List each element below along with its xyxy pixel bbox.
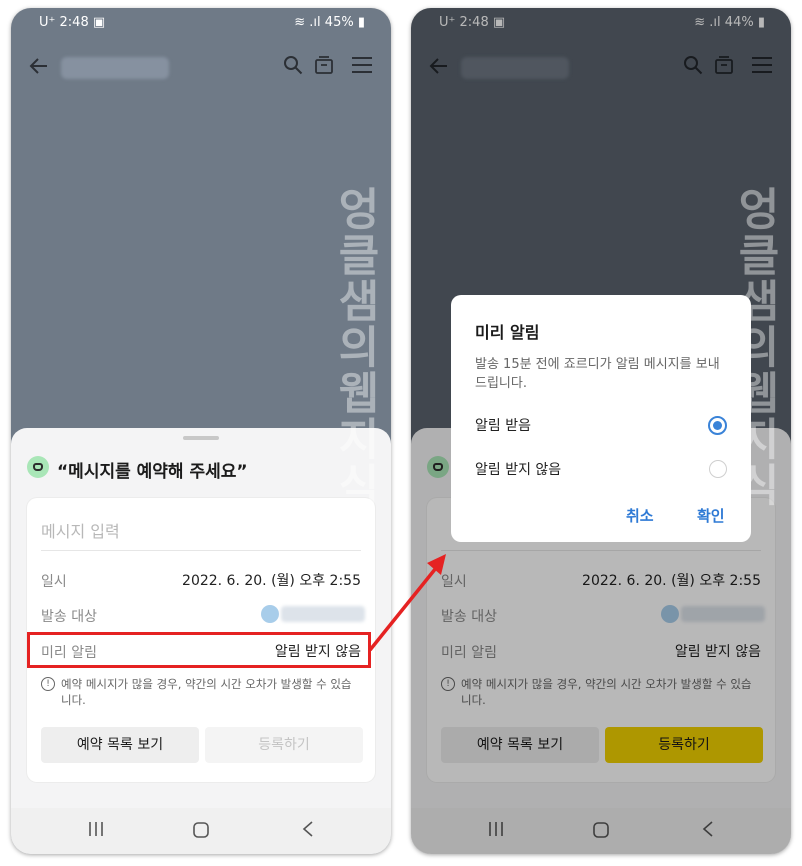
red-arrow [368, 554, 446, 652]
